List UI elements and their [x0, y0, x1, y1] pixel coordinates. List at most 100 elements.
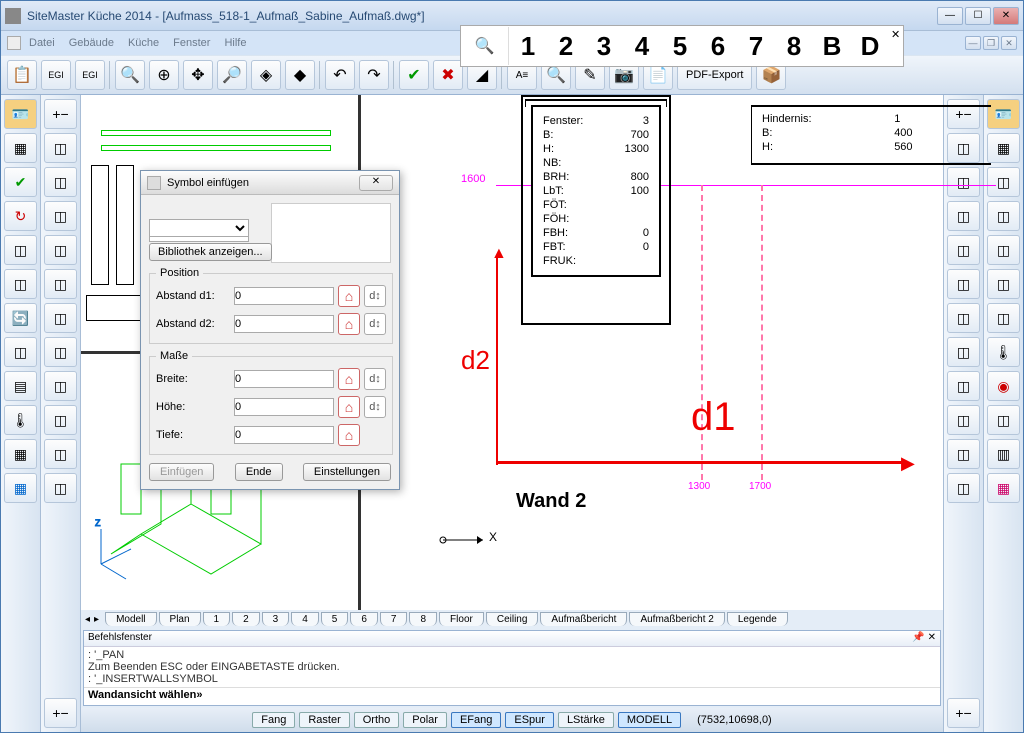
tiefe-pick-button[interactable]: ⌂: [338, 424, 360, 446]
library-button[interactable]: Bibliothek anzeigen...: [149, 243, 272, 261]
maximize-button[interactable]: ☐: [965, 7, 991, 25]
ltool-cube3-icon[interactable]: ◫: [4, 337, 37, 367]
menu-datei[interactable]: Datei: [29, 37, 55, 49]
d2-pick-button[interactable]: ⌂: [338, 313, 360, 335]
litool-3[interactable]: ◫: [44, 167, 77, 197]
tab-5[interactable]: 5: [321, 612, 349, 626]
ritool-9[interactable]: ◫: [947, 371, 980, 401]
status-espur[interactable]: ESpur: [505, 712, 554, 728]
breite-input[interactable]: [234, 370, 334, 388]
litool-6[interactable]: ◫: [44, 269, 77, 299]
litool-7[interactable]: ◫: [44, 303, 77, 333]
tool-undo-icon[interactable]: ↶: [325, 60, 355, 90]
ltool-layers-icon[interactable]: ▦: [4, 439, 37, 469]
tab-ceiling[interactable]: Ceiling: [486, 612, 539, 626]
tool-pan-icon[interactable]: ✥: [183, 60, 213, 90]
status-fang[interactable]: Fang: [252, 712, 295, 728]
view-B[interactable]: B: [813, 31, 851, 62]
menu-fenster[interactable]: Fenster: [173, 37, 210, 49]
tab-aufmassbericht2[interactable]: Aufmaßbericht 2: [629, 612, 724, 626]
tool-redo-icon[interactable]: ↷: [359, 60, 389, 90]
ltool-thermo-icon[interactable]: 🌡: [4, 405, 37, 435]
d2-input[interactable]: [234, 315, 334, 333]
rtool-box3-icon[interactable]: ◫: [987, 201, 1020, 231]
cmd-close-icon[interactable]: ✕: [928, 632, 936, 643]
tab-scroll-right[interactable]: ▸: [94, 614, 99, 625]
ltool-check-icon[interactable]: ✔: [4, 167, 37, 197]
litool-11[interactable]: ◫: [44, 439, 77, 469]
ritool-6[interactable]: ◫: [947, 269, 980, 299]
rtool-box8-icon[interactable]: ▥: [987, 439, 1020, 469]
tool-clipboard-icon[interactable]: 📋: [7, 60, 37, 90]
status-raster[interactable]: Raster: [299, 712, 349, 728]
tab-3[interactable]: 3: [262, 612, 290, 626]
rtool-card-icon[interactable]: 🪪: [987, 99, 1020, 129]
command-prompt[interactable]: Wandansicht wählen»: [84, 687, 940, 705]
ritool-12[interactable]: ◫: [947, 473, 980, 503]
d1-input[interactable]: [234, 287, 334, 305]
tool-accept-icon[interactable]: ✔: [399, 60, 429, 90]
rtool-box5-icon[interactable]: ◫: [987, 269, 1020, 299]
magnifier-icon[interactable]: 🔍: [461, 27, 509, 65]
tool-3dorbit-icon[interactable]: ◈: [251, 60, 281, 90]
view-1[interactable]: 1: [509, 31, 547, 62]
ltool-refresh-icon[interactable]: 🔄: [4, 303, 37, 333]
ltool-grid-icon[interactable]: ▦: [4, 473, 37, 503]
tab-1[interactable]: 1: [203, 612, 231, 626]
close-button[interactable]: ✕: [993, 7, 1019, 25]
mdi-close-button[interactable]: ✕: [1001, 36, 1017, 50]
hoehe-pick-button[interactable]: ⌂: [338, 396, 360, 418]
tab-2[interactable]: 2: [232, 612, 260, 626]
settings-button[interactable]: Einstellungen: [303, 463, 391, 481]
litool-12[interactable]: ◫: [44, 473, 77, 503]
status-ortho[interactable]: Ortho: [354, 712, 400, 728]
ltool-card-icon[interactable]: 🪪: [4, 99, 37, 129]
view-8[interactable]: 8: [775, 31, 813, 62]
mdi-restore-button[interactable]: ❐: [983, 36, 999, 50]
rtool-thermo-icon[interactable]: 🌡: [987, 337, 1020, 367]
status-polar[interactable]: Polar: [403, 712, 447, 728]
dialog-close-button[interactable]: ✕: [359, 175, 393, 191]
view-D[interactable]: D: [851, 31, 889, 62]
tab-7[interactable]: 7: [380, 612, 408, 626]
tiefe-input[interactable]: [234, 426, 334, 444]
ritool-7[interactable]: ◫: [947, 303, 980, 333]
ltool-cube2-icon[interactable]: ◫: [4, 269, 37, 299]
tool-3dview-icon[interactable]: ◆: [285, 60, 315, 90]
rtool-box2-icon[interactable]: ◫: [987, 167, 1020, 197]
end-button[interactable]: Ende: [235, 463, 283, 481]
tab-legende[interactable]: Legende: [727, 612, 788, 626]
tool-egi2-icon[interactable]: EGI: [75, 60, 105, 90]
tab-modell[interactable]: Modell: [105, 612, 156, 626]
breite-pick-button[interactable]: ⌂: [338, 368, 360, 390]
view-5[interactable]: 5: [661, 31, 699, 62]
menu-kueche[interactable]: Küche: [128, 37, 159, 49]
tool-zoom-extents-icon[interactable]: ⊕: [149, 60, 179, 90]
view-6[interactable]: 6: [699, 31, 737, 62]
tab-scroll-left[interactable]: ◂: [85, 614, 90, 625]
ritool-11[interactable]: ◫: [947, 439, 980, 469]
litool-2[interactable]: ◫: [44, 133, 77, 163]
rtool-grid-icon[interactable]: ▦: [987, 473, 1020, 503]
hoehe-measure-button[interactable]: d↕: [364, 396, 386, 418]
ltool-cube1-icon[interactable]: ◫: [4, 235, 37, 265]
d2-measure-button[interactable]: d↕: [364, 313, 386, 335]
litool-1[interactable]: +−: [44, 99, 77, 129]
status-modell[interactable]: MODELL: [618, 712, 681, 728]
hoehe-input[interactable]: [234, 398, 334, 416]
rtool-box4-icon[interactable]: ◫: [987, 235, 1020, 265]
view-3[interactable]: 3: [585, 31, 623, 62]
view-4[interactable]: 4: [623, 31, 661, 62]
breite-measure-button[interactable]: d↕: [364, 368, 386, 390]
tool-zoom-icon[interactable]: 🔎: [217, 60, 247, 90]
litool-plusminus[interactable]: +−: [44, 698, 77, 728]
cmd-pin-icon[interactable]: 📌: [912, 632, 924, 643]
ltool-stack-icon[interactable]: ▤: [4, 371, 37, 401]
menu-hilfe[interactable]: Hilfe: [224, 37, 246, 49]
symbol-select-2[interactable]: [149, 219, 249, 237]
tool-cancel-icon[interactable]: ✖: [433, 60, 463, 90]
litool-4[interactable]: ◫: [44, 201, 77, 231]
litool-8[interactable]: ◫: [44, 337, 77, 367]
tab-aufmassbericht[interactable]: Aufmaßbericht: [540, 612, 627, 626]
ritool-4[interactable]: ◫: [947, 201, 980, 231]
